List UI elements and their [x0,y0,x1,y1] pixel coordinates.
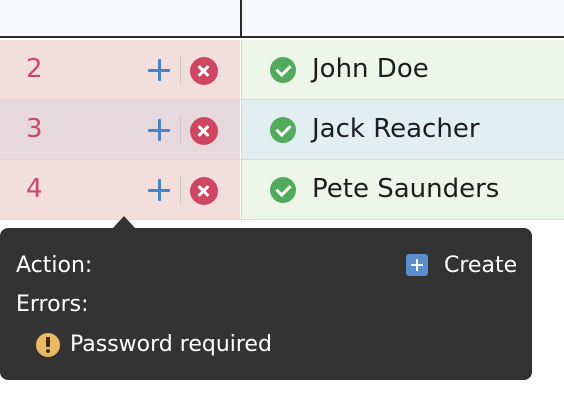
check-circle-icon [270,177,296,203]
close-circle-icon[interactable] [190,177,218,205]
row-number: 2 [26,54,43,84]
header-column-divider [240,0,242,38]
row-name: Jack Reacher [312,114,480,144]
row-number: 4 [26,174,43,204]
error-message: Password required [70,332,272,357]
name-cell[interactable]: Pete Saunders [241,160,564,219]
plus-icon[interactable] [148,179,170,201]
table-row[interactable]: 4 Pete Saunders [0,160,564,220]
errors-label: Errors: [16,292,89,317]
plus-icon[interactable] [148,59,170,81]
plus-square-icon [406,254,428,276]
warning-icon [36,333,60,357]
action-value: Create [444,253,518,278]
row-status-tooltip: Action: Create Errors: Password required [0,228,532,380]
action-label: Action: [16,253,93,278]
row-number-cell: 2 [0,40,240,99]
row-number: 3 [26,114,43,144]
grid-view: 2 John Doe 3 Jack Reacher 4 Pete Saunder… [0,0,564,408]
close-circle-icon[interactable] [190,117,218,145]
row-name: John Doe [312,54,429,84]
plus-icon[interactable] [148,119,170,141]
action-divider [180,56,181,84]
row-name: Pete Saunders [312,174,500,204]
name-cell[interactable]: Jack Reacher [241,100,564,159]
table-row[interactable]: 2 John Doe [0,40,564,100]
row-number-cell: 4 [0,160,240,219]
row-number-cell: 3 [0,100,240,159]
check-circle-icon [270,57,296,83]
table-row[interactable]: 3 Jack Reacher [0,100,564,160]
action-divider [180,176,181,204]
action-divider [180,116,181,144]
check-circle-icon [270,117,296,143]
name-cell[interactable]: John Doe [241,40,564,99]
close-circle-icon[interactable] [190,57,218,85]
table-header [0,0,564,38]
